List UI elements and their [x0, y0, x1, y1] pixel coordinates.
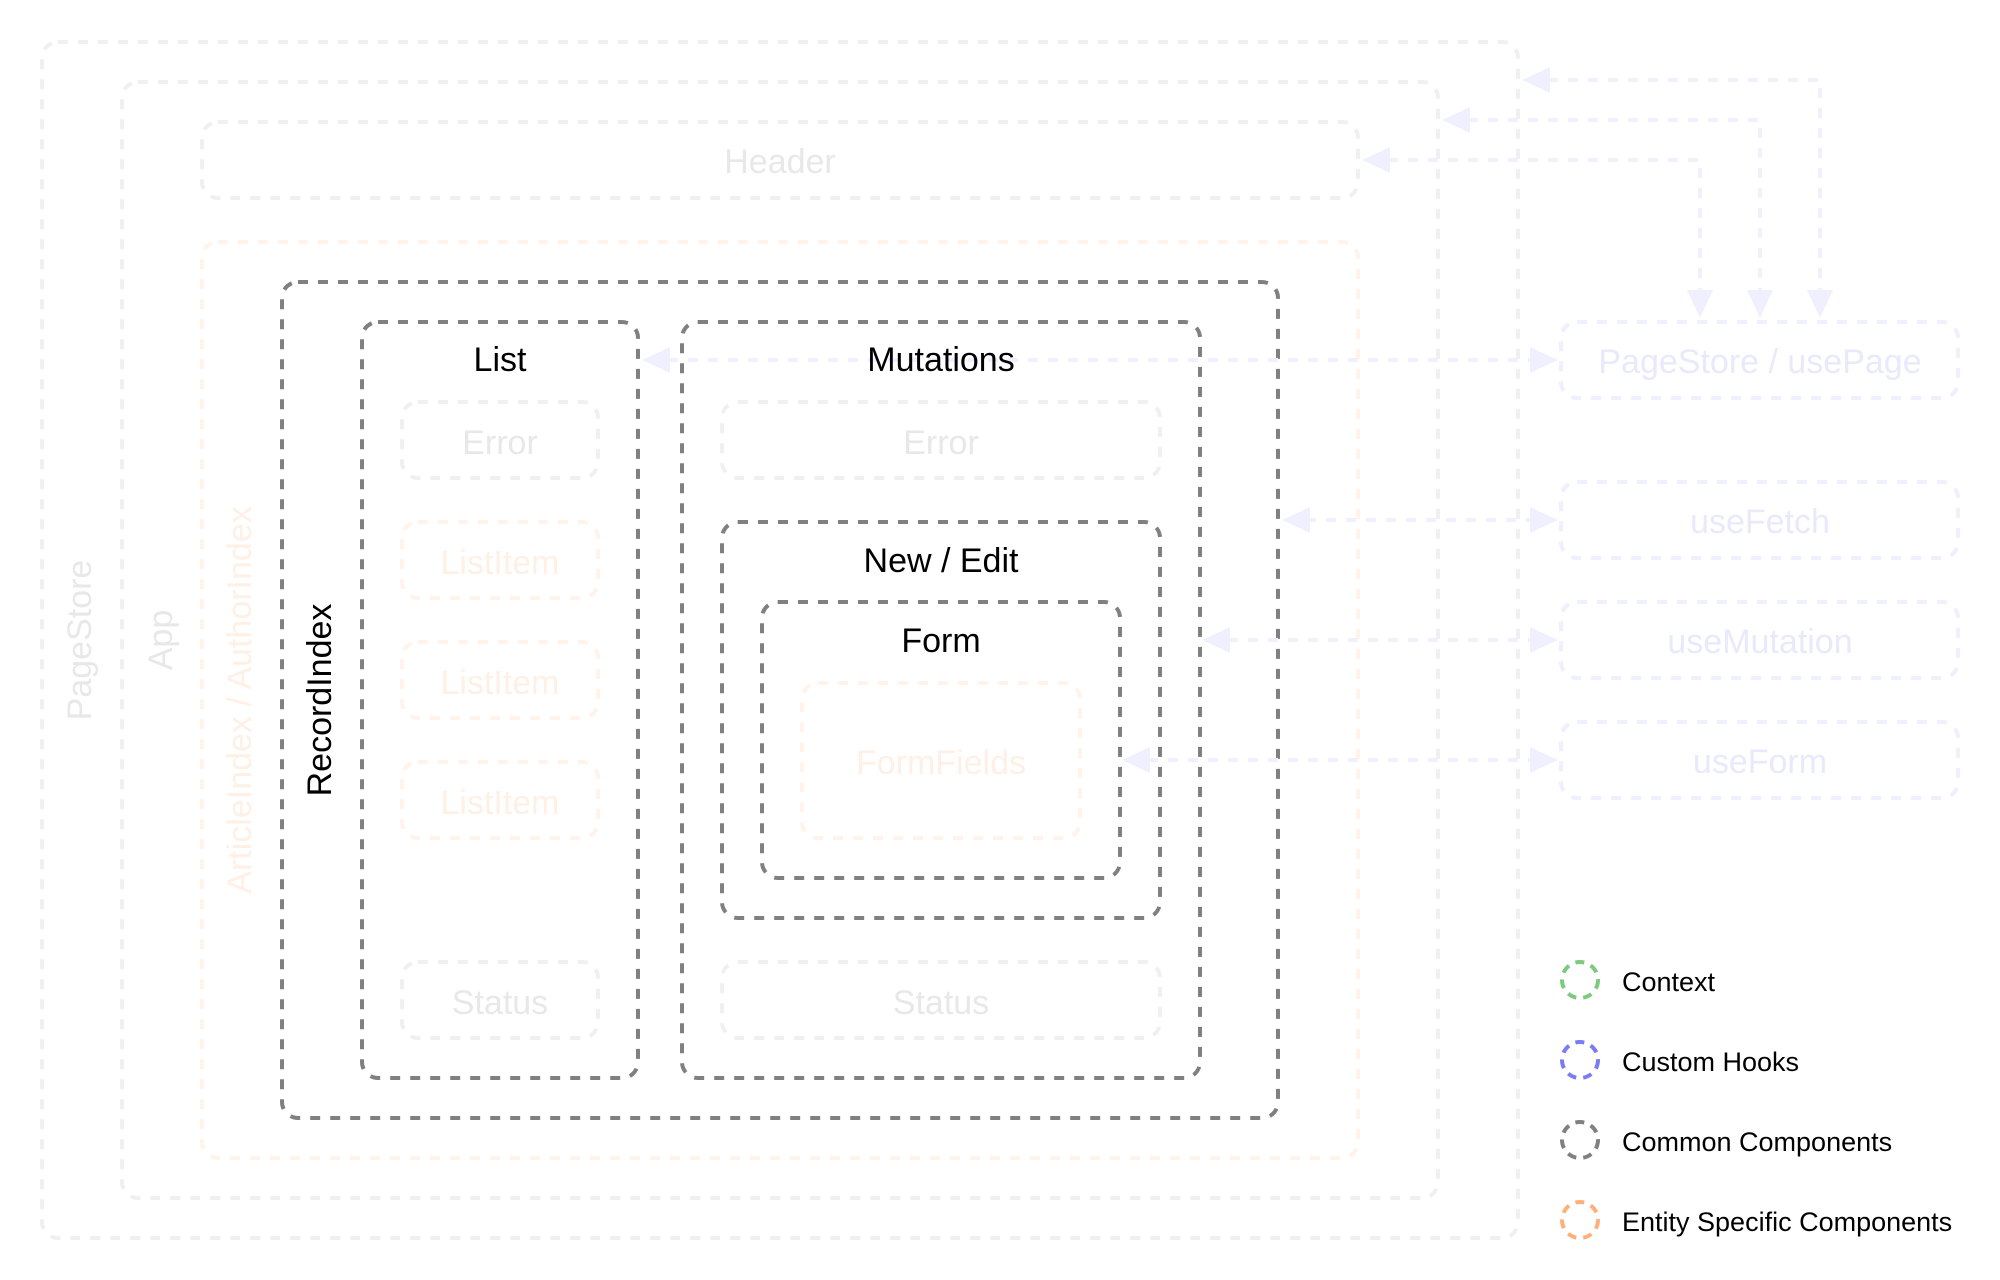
legend-item-context: Context [1560, 960, 1716, 1000]
legend: Context Custom Hooks Common Components E… [1560, 960, 1952, 1240]
arrow-head-left [642, 347, 670, 373]
arrow-head-right [1530, 507, 1558, 533]
mutations-status: Status [720, 960, 1162, 1040]
arrow-head-left [1202, 627, 1230, 653]
legend-item-custom-hooks: Custom Hooks [1560, 1040, 1799, 1080]
arrow-line [1388, 158, 1702, 292]
arrow-head-down [1687, 290, 1713, 318]
hook-usemutation-label: useMutation [1667, 623, 1852, 661]
mutations-error-label: Error [903, 424, 979, 462]
hook-usemutation: useMutation [1559, 600, 1960, 680]
hook-pagestore-usepage: PageStore / usePage [1559, 320, 1960, 400]
form-fields-label: FormFields [856, 744, 1026, 782]
arrow-head-right [1530, 747, 1558, 773]
list-item-label: ListItem [440, 784, 559, 822]
legend-label: Common Components [1622, 1127, 1892, 1157]
mutations-label: Mutations [867, 341, 1014, 379]
list-item: ListItem [400, 640, 600, 720]
arrow-head-right [1530, 347, 1558, 373]
arrow-form-useform [1122, 747, 1558, 773]
arrow-head-left [1282, 507, 1310, 533]
entity-index-container: ArticleIndex / AuthorIndex [200, 240, 1360, 1160]
mutations-status-label: Status [893, 984, 989, 1022]
list-status: Status [400, 960, 600, 1040]
list-item-label: ListItem [440, 664, 559, 702]
legend-label: Context [1622, 967, 1716, 997]
arrow-line [1468, 118, 1762, 292]
context-swatch-icon [1560, 960, 1600, 1000]
arrow-app-pagestore [1442, 107, 1773, 318]
legend-item-entity-specific: Entity Specific Components [1560, 1200, 1952, 1240]
hook-usefetch-label: useFetch [1690, 503, 1830, 541]
arrow-pagestore-usepage [1522, 67, 1833, 318]
list-item: ListItem [400, 760, 600, 840]
hook-usefetch: useFetch [1559, 480, 1960, 560]
entity-index-box [200, 240, 1360, 1160]
hook-pagestore-label: PageStore / usePage [1598, 343, 1921, 381]
form-fields: FormFields [800, 681, 1082, 840]
arrow-header-pagestore [1362, 147, 1713, 318]
arrow-head-down [1807, 290, 1833, 318]
arrow-head-down [1747, 290, 1773, 318]
legend-label: Entity Specific Components [1622, 1207, 1952, 1237]
app-label: App [142, 610, 180, 671]
form-container: Form FormFields [760, 600, 1122, 880]
mutations-container: Error New / Edit Form FormFields Status [680, 320, 1202, 1080]
arrow-head-left [1362, 147, 1390, 173]
arrow-head-right [1530, 627, 1558, 653]
arrow-mutations-usemutation [1202, 627, 1558, 653]
record-index-label: RecordIndex [301, 604, 339, 797]
list-error: Error [400, 400, 600, 480]
new-edit-box [720, 520, 1162, 920]
record-index-box [280, 280, 1280, 1120]
arrow-head-left [1522, 67, 1550, 93]
list-container: List Error ListItem ListItem ListItem St… [360, 320, 640, 1080]
hook-useform-label: useForm [1693, 743, 1827, 781]
header-label: Header [724, 143, 836, 181]
mutations-error: Error [720, 400, 1162, 480]
arrow-line [1548, 78, 1822, 292]
legend-label: Custom Hooks [1622, 1047, 1799, 1077]
list-status-label: Status [452, 984, 548, 1022]
record-index-container: RecordIndex [280, 280, 1280, 1120]
custom-hooks-swatch-icon [1560, 1040, 1600, 1080]
form-label: Form [901, 622, 980, 660]
legend-item-common-components: Common Components [1560, 1120, 1892, 1160]
arrow-head-left [1122, 747, 1150, 773]
arrow-head-left [1442, 107, 1470, 133]
pagestore-label: PageStore [61, 560, 99, 721]
list-label: List [474, 341, 527, 379]
architecture-diagram: PageStore App Header ArticleIndex / Auth… [40, 40, 1960, 1240]
common-components-swatch-icon [1560, 1120, 1600, 1160]
header-container: Header [200, 120, 1360, 200]
new-edit-label: New / Edit [864, 542, 1019, 580]
entity-index-label: ArticleIndex / AuthorIndex [221, 506, 259, 893]
hook-useform: useForm [1559, 720, 1960, 800]
new-edit-container: New / Edit Form FormFields [720, 520, 1162, 920]
entity-specific-swatch-icon [1560, 1200, 1600, 1240]
list-item: ListItem [400, 520, 600, 600]
list-item-label: ListItem [440, 544, 559, 582]
list-error-label: Error [462, 424, 538, 462]
arrow-list-pagestore [642, 347, 1558, 373]
